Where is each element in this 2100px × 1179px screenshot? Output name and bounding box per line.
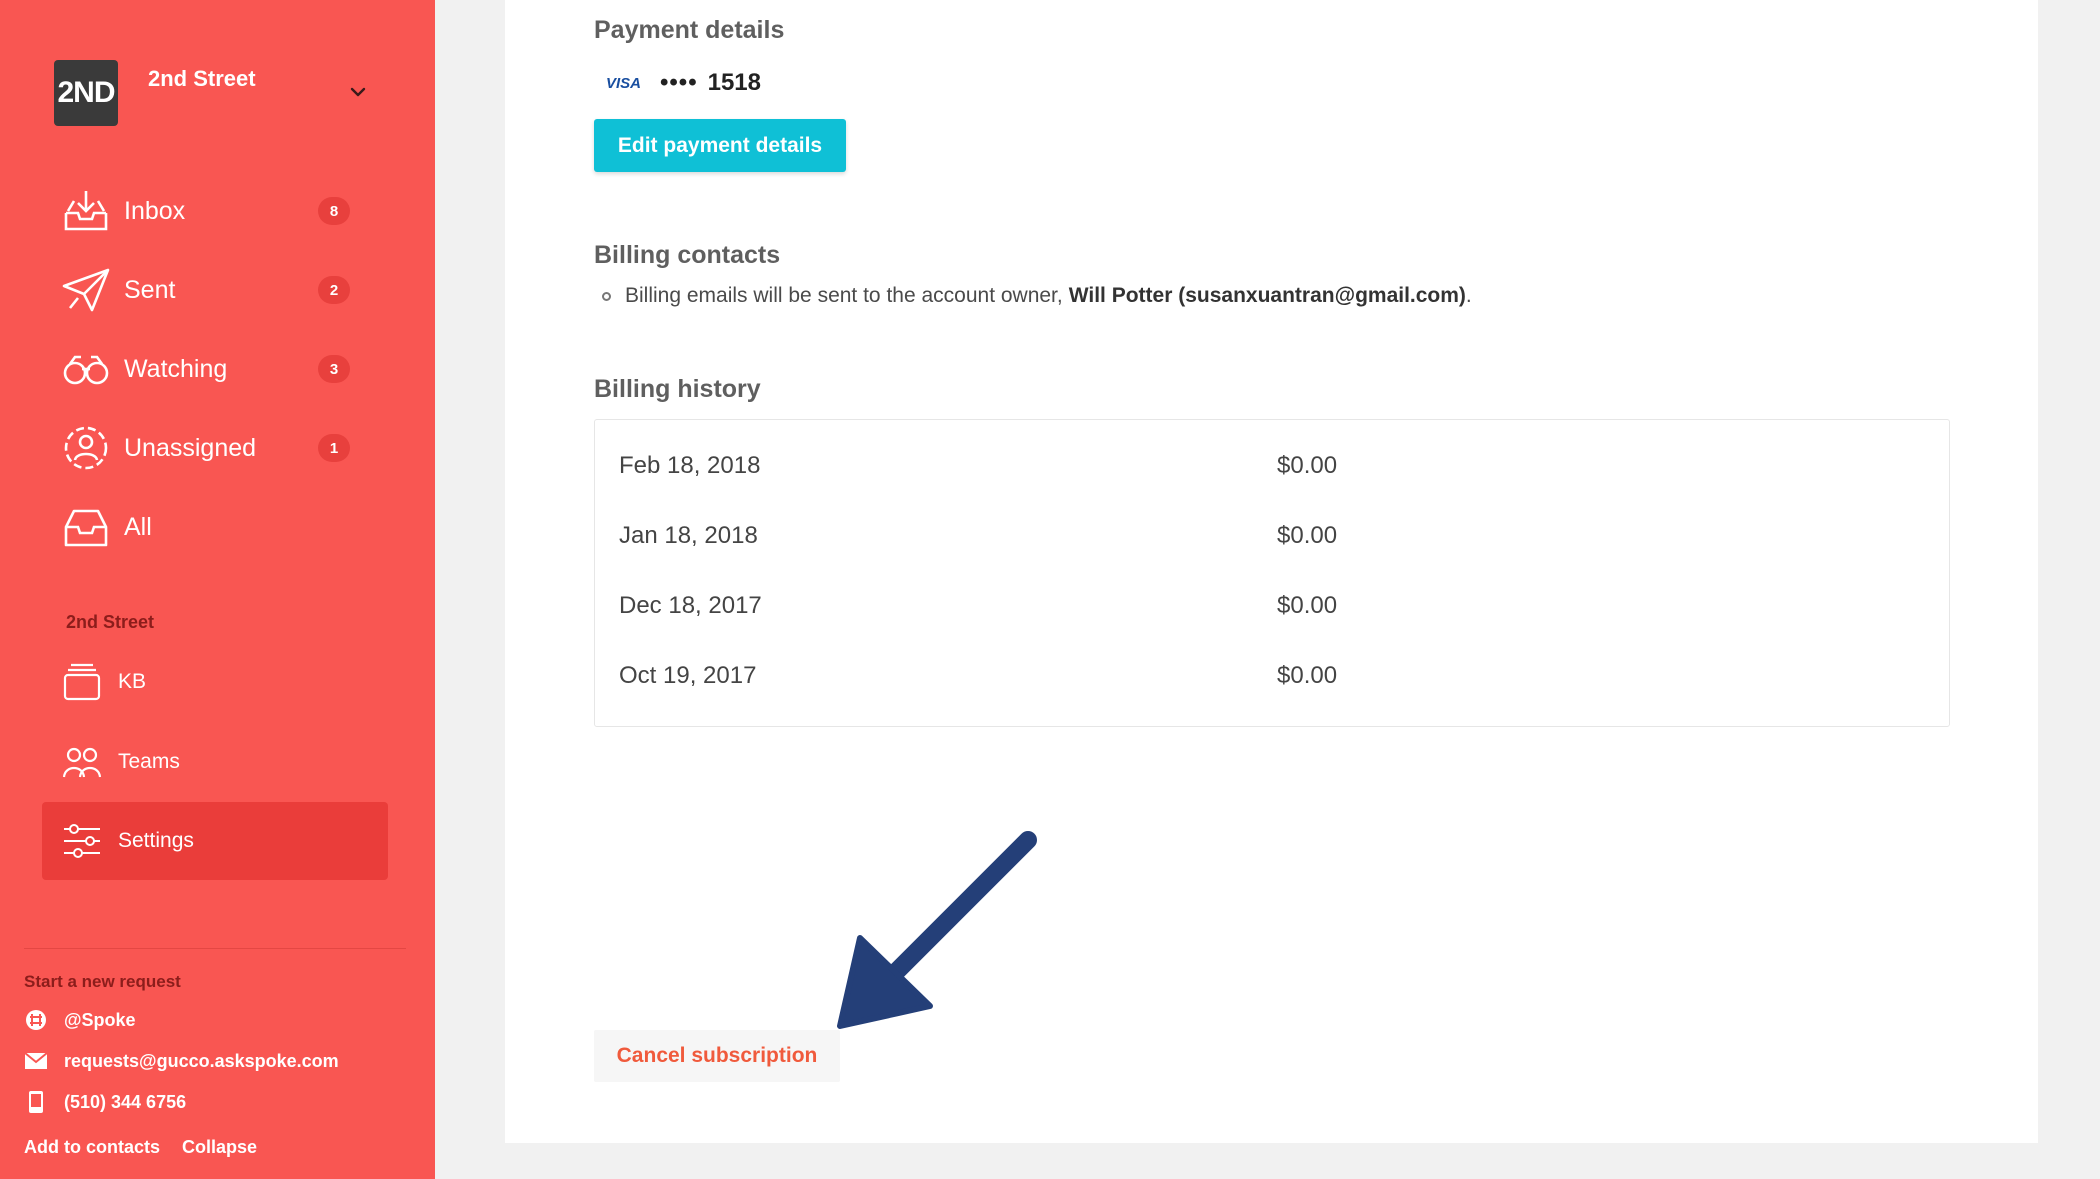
inbox-icon bbox=[62, 187, 114, 235]
sidebar-item-label: All bbox=[124, 512, 152, 541]
payment-details-heading: Payment details bbox=[594, 16, 785, 44]
sidebar-item-watching[interactable]: Watching 3 bbox=[62, 341, 352, 397]
billing-date: Oct 19, 2017 bbox=[619, 662, 757, 689]
sidebar-item-label: KB bbox=[118, 670, 147, 693]
table-row: Dec 18, 2017 $0.00 bbox=[619, 586, 1919, 626]
stack-icon bbox=[62, 662, 106, 702]
table-row: Feb 18, 2018 $0.00 bbox=[619, 446, 1919, 486]
slack-handle: @Spoke bbox=[64, 1009, 136, 1030]
count-badge: 2 bbox=[318, 276, 350, 304]
billing-contact-item: Billing emails will be sent to the accou… bbox=[602, 284, 1472, 308]
billing-contacts-heading: Billing contacts bbox=[594, 241, 781, 269]
unassigned-user-icon bbox=[62, 424, 114, 472]
edit-payment-button[interactable]: Edit payment details bbox=[594, 119, 846, 172]
sidebar-item-all[interactable]: All bbox=[62, 499, 352, 555]
billing-contact-text: Billing emails will be sent to the accou… bbox=[625, 284, 1063, 307]
new-request-title: Start a new request bbox=[24, 972, 181, 991]
chevron-down-icon[interactable] bbox=[348, 82, 368, 102]
billing-date: Dec 18, 2017 bbox=[619, 592, 762, 619]
sidebar-item-inbox[interactable]: Inbox 8 bbox=[62, 183, 352, 239]
billing-amount: $0.00 bbox=[1277, 592, 1338, 619]
phone-icon bbox=[24, 1091, 48, 1113]
sidebar-item-label: Unassigned bbox=[124, 433, 257, 462]
table-row: Jan 18, 2018 $0.00 bbox=[619, 516, 1919, 556]
account-owner: Will Potter (susanxuantran@gmail.com) bbox=[1068, 284, 1466, 307]
billing-contact-period: . bbox=[1465, 284, 1472, 307]
phone-contact[interactable]: (510) 344 6756 bbox=[24, 1088, 186, 1116]
billing-amount: $0.00 bbox=[1277, 522, 1338, 549]
count-badge: 1 bbox=[318, 434, 350, 462]
sidebar-divider bbox=[24, 948, 406, 949]
sidebar-item-unassigned[interactable]: Unassigned 1 bbox=[62, 420, 352, 476]
org-switcher[interactable]: 2ND 2nd Street bbox=[54, 60, 384, 126]
billing-history-heading: Billing history bbox=[594, 375, 761, 403]
sidebar-item-teams[interactable]: Teams bbox=[62, 736, 392, 788]
request-phone: (510) 344 6756 bbox=[64, 1091, 187, 1112]
org-name: 2nd Street bbox=[148, 66, 256, 91]
cancel-subscription-button[interactable]: Cancel subscription bbox=[594, 1030, 840, 1082]
bullet-icon bbox=[602, 291, 611, 301]
request-email: requests@gucco.askspoke.com bbox=[64, 1050, 339, 1071]
collapse-link[interactable]: Collapse bbox=[182, 1137, 257, 1158]
billing-amount: $0.00 bbox=[1277, 452, 1338, 479]
card-mask: •••• bbox=[660, 69, 698, 96]
sliders-icon bbox=[62, 821, 106, 861]
sidebar-section-title: 2nd Street bbox=[66, 612, 155, 632]
sidebar-footer: Add to contacts Collapse bbox=[24, 1137, 257, 1158]
slack-contact[interactable]: @Spoke bbox=[24, 1006, 136, 1034]
billing-amount: $0.00 bbox=[1277, 662, 1338, 689]
sidebar-item-label: Settings bbox=[118, 829, 194, 852]
billing-history-table: Feb 18, 2018 $0.00 Jan 18, 2018 $0.00 De… bbox=[594, 419, 1950, 727]
visa-logo: VISA bbox=[606, 74, 642, 92]
payment-card: VISA •••• 1518 bbox=[594, 66, 761, 100]
sidebar-item-label: Watching bbox=[124, 354, 228, 383]
card-last4: 1518 bbox=[707, 69, 761, 96]
sidebar-item-label: Inbox bbox=[124, 196, 186, 225]
add-to-contacts-link[interactable]: Add to contacts bbox=[24, 1137, 160, 1158]
envelope-icon bbox=[24, 1050, 48, 1072]
people-icon bbox=[62, 742, 106, 782]
table-row: Oct 19, 2017 $0.00 bbox=[619, 656, 1919, 696]
sidebar-item-sent[interactable]: Sent 2 bbox=[62, 262, 352, 318]
tray-icon bbox=[62, 503, 114, 551]
count-badge: 8 bbox=[318, 197, 350, 225]
sidebar-item-settings[interactable]: Settings bbox=[42, 802, 388, 880]
binoculars-icon bbox=[62, 345, 114, 393]
paper-plane-icon bbox=[62, 266, 114, 314]
billing-date: Jan 18, 2018 bbox=[619, 522, 758, 549]
email-contact[interactable]: requests@gucco.askspoke.com bbox=[24, 1047, 339, 1075]
org-logo: 2ND bbox=[54, 60, 118, 126]
sidebar-item-kb[interactable]: KB bbox=[62, 656, 392, 708]
billing-date: Feb 18, 2018 bbox=[619, 452, 761, 479]
sidebar-item-label: Teams bbox=[118, 750, 180, 773]
count-badge: 3 bbox=[318, 355, 350, 383]
slack-icon bbox=[24, 1009, 48, 1031]
annotation-arrow-icon bbox=[837, 831, 1037, 1029]
sidebar-item-label: Sent bbox=[124, 275, 176, 304]
sidebar: 2ND 2nd Street Inbox 8 Sent 2 Watching 3… bbox=[0, 0, 435, 1179]
